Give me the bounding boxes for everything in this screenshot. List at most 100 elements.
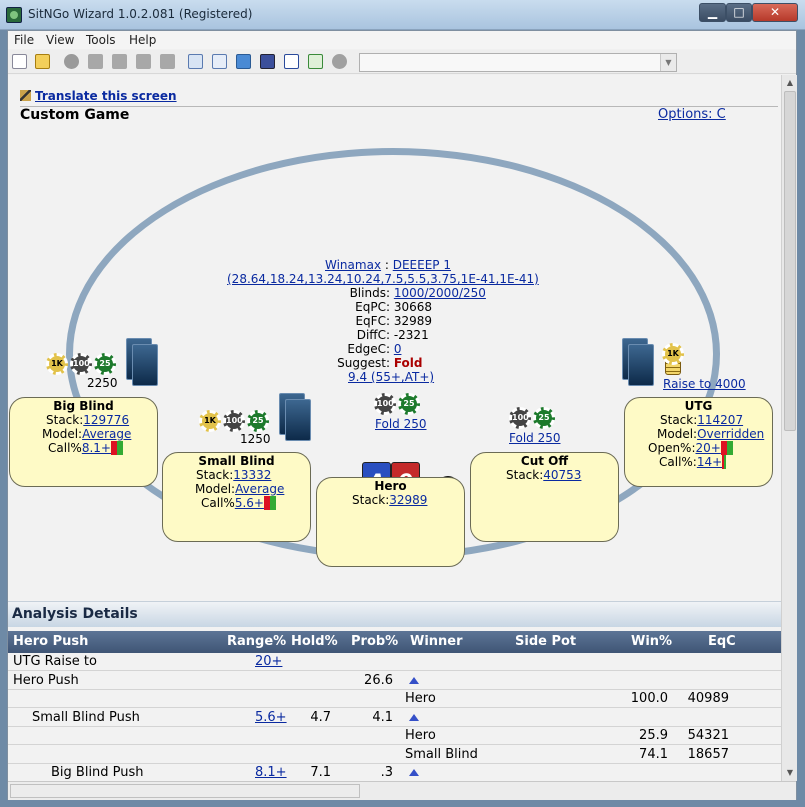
cell-label: Hero Push [13,672,79,688]
site-line: Winamax : DEEEEP 1 [325,258,451,272]
document-icon[interactable] [212,54,227,69]
disabled-tool-icon[interactable] [160,54,175,69]
page-title: Custom Game [20,107,130,123]
menu-tools[interactable]: Tools [86,33,116,47]
translate-link[interactable]: Translate this screen [20,89,177,103]
seat-hero[interactable]: Hero Stack:32989 [316,477,465,567]
main-content: Translate this screen Custom Game Option… [8,75,781,781]
menu-help[interactable]: Help [129,33,156,47]
call-key: Call% [201,496,235,510]
expand-triangle-icon[interactable] [409,713,419,721]
sb-model-link[interactable]: Average [235,482,284,496]
expand-triangle-icon[interactable] [409,769,419,776]
payouts-link[interactable]: (28.64,18.24,13.24,10.24,7.5,5.5,3.75,1E… [227,272,539,286]
edit-icon[interactable] [308,54,323,69]
analysis-header: Analysis Details [8,601,781,627]
hero-stack-link[interactable]: 32989 [389,493,427,507]
hero-action-link[interactable]: Fold 250 [375,417,427,431]
cell-prob: .3 [380,765,393,780]
cell-win: 100.0 [630,691,668,706]
col-hero-push[interactable]: Hero Push [13,634,88,649]
chevron-down-icon[interactable]: ▼ [660,54,676,71]
col-range[interactable]: Range% [227,634,286,649]
utg-call-link[interactable]: 14+ [697,455,722,469]
pen-icon [20,90,31,101]
col-winner[interactable]: Winner [410,634,463,649]
cell-range[interactable]: 5.6+ [255,710,287,725]
seat-small-blind[interactable]: Small Blind Stack:13332 Model:Average Ca… [162,452,311,542]
eqfc-key: EqFC: [355,314,390,328]
diffc-key: DiffC: [356,328,390,342]
bb-call-link[interactable]: 8.1+ [82,441,111,455]
cell-range[interactable]: 20+ [255,654,282,669]
gear-disabled-icon[interactable] [64,54,79,69]
co-stack-link[interactable]: 40753 [543,468,581,482]
close-button[interactable]: ✕ [752,3,798,22]
seat-cut-off[interactable]: Cut Off Stack:40753 [470,452,619,542]
col-eqc[interactable]: EqC [708,634,736,649]
seat-utg[interactable]: UTG Stack:114207 Model:Overridden Open%:… [624,397,773,487]
range-link[interactable]: 9.4 (55+,AT+) [348,370,434,384]
disabled-tool-icon[interactable] [136,54,151,69]
utg-action-link[interactable]: Raise to 4000 [663,377,746,391]
game-link[interactable]: DEEEEP 1 [393,258,451,272]
new-file-icon[interactable] [12,54,27,69]
utg-open-link[interactable]: 20+ [696,441,721,455]
table-row[interactable]: Small Blind 74.1 18657 [8,746,781,764]
calculator-icon[interactable] [260,54,275,69]
co-action-link[interactable]: Fold 250 [509,431,561,445]
options-link[interactable]: Options: C [658,107,726,122]
seat-name: UTG [684,399,713,413]
cell-label: Big Blind Push [51,765,144,780]
menu-view[interactable]: View [46,33,74,47]
settings-icon[interactable] [332,54,347,69]
chip-1k-icon: 1K [46,353,68,375]
utg-model-link[interactable]: Overridden [697,427,764,441]
col-win[interactable]: Win% [631,634,672,649]
edgec-link[interactable]: 0 [394,342,402,356]
sb-bet-chips: 1K 100 25 [199,410,269,432]
bb-stack-link[interactable]: 129776 [83,413,129,427]
scroll-down-icon[interactable]: ▼ [782,765,798,781]
copy-icon[interactable] [188,54,203,69]
col-prob[interactable]: Prob% [351,634,398,649]
disabled-tool-icon[interactable] [112,54,127,69]
table-row[interactable]: Big Blind Push 8.1+ 7.1 .3 [8,764,781,781]
scroll-thumb[interactable] [784,91,796,431]
sb-call-link[interactable]: 5.6+ [235,496,264,510]
table-row[interactable]: Hero 25.9 54321 [8,727,781,745]
table-row[interactable]: Small Blind Push 5.6+ 4.7 4.1 [8,709,781,727]
site-separator: : [381,258,393,272]
blinds-link[interactable]: 1000/2000/250 [394,286,486,300]
utg-stack-link[interactable]: 114207 [697,413,743,427]
sb-stack-link[interactable]: 13332 [233,468,271,482]
image-icon[interactable] [236,54,251,69]
open-folder-icon[interactable] [35,54,50,69]
edgec-key: EdgeC: [347,342,390,356]
maximize-button[interactable]: □ [726,3,752,22]
cell-range[interactable]: 8.1+ [255,765,287,780]
toolbar-dropdown[interactable]: ▼ [359,53,677,72]
table-row[interactable]: Hero Push 26.6 [8,672,781,690]
model-key: Model: [195,482,236,496]
chart-icon[interactable] [284,54,299,69]
vertical-scrollbar[interactable]: ▲ ▼ [781,75,797,781]
col-side-pot[interactable]: Side Pot [515,634,576,649]
analysis-grid-header: Hero Push Range% Hold% Prob% Winner Side… [8,631,781,653]
table-row[interactable]: UTG Raise to 20+ [8,653,781,671]
table-row[interactable]: Hero 100.0 40989 [8,690,781,708]
minimize-button[interactable]: ▁ [699,3,726,22]
cell-eqc: 18657 [687,746,729,762]
bb-model-link[interactable]: Average [82,427,131,441]
bb-bet-chips: 1K 100 25 [46,353,116,375]
cell-prob: 4.1 [372,709,393,725]
scroll-up-icon[interactable]: ▲ [782,75,798,91]
cell-win: 25.9 [639,728,668,743]
site-link[interactable]: Winamax [325,258,381,272]
expand-triangle-icon[interactable] [409,676,419,684]
col-hold[interactable]: Hold% [291,634,338,649]
seat-big-blind[interactable]: Big Blind Stack:129776 Model:Average Cal… [9,397,158,487]
analysis-title: Analysis Details [12,606,138,622]
disabled-tool-icon[interactable] [88,54,103,69]
menu-file[interactable]: File [14,33,34,47]
